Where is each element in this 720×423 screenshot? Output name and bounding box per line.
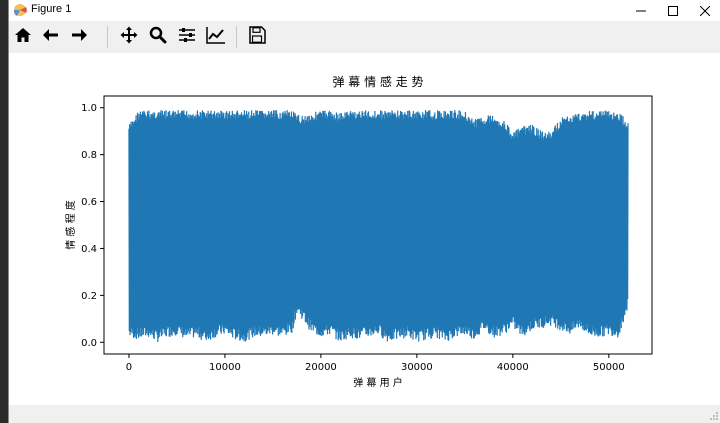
home-button[interactable] xyxy=(11,25,35,49)
minimize-button[interactable] xyxy=(625,0,657,21)
zoom-button[interactable] xyxy=(146,25,170,49)
status-bar xyxy=(9,405,720,423)
pan-button[interactable] xyxy=(117,25,141,49)
x-tick-label: 50000 xyxy=(593,362,625,373)
y-tick-label: 0.4 xyxy=(81,244,97,255)
save-button[interactable] xyxy=(245,25,269,49)
y-tick-label: 0.6 xyxy=(81,197,97,208)
resize-grip-icon[interactable] xyxy=(709,411,719,421)
x-tick-label: 20000 xyxy=(305,362,337,373)
sentiment-line-chart: 0 10000 20000 30000 40000 50000 0.0 0.2 0.4 0.6 0.… xyxy=(64,74,653,389)
minimize-icon xyxy=(636,1,646,20)
window-title: Figure 1 xyxy=(31,3,72,15)
chart-title: 弹 幕 情 感 走 势 xyxy=(332,74,423,89)
x-tick-label: 0 xyxy=(126,362,132,373)
sentiment-series-line xyxy=(128,110,629,342)
magnifier-icon xyxy=(149,26,167,48)
matplotlib-app-icon xyxy=(13,3,27,17)
close-icon xyxy=(699,1,711,20)
edit-axis-button[interactable] xyxy=(204,25,228,49)
arrow-right-icon xyxy=(70,26,88,48)
x-tick-label: 10000 xyxy=(209,362,241,373)
figure-window: Figure 1 0 10000 20000 30000 40000 50000… xyxy=(8,0,720,423)
toolbar-separator xyxy=(107,26,108,48)
maximize-button[interactable] xyxy=(657,0,689,21)
toolbar-separator xyxy=(236,26,237,48)
arrow-left-icon xyxy=(42,26,60,48)
forward-button[interactable] xyxy=(67,25,91,49)
maximize-icon xyxy=(668,1,678,20)
configure-subplots-button[interactable] xyxy=(175,25,199,49)
navigation-toolbar xyxy=(9,21,720,53)
sliders-icon xyxy=(178,26,196,48)
line-chart-icon xyxy=(206,26,226,48)
y-tick-label: 0.0 xyxy=(81,338,97,349)
figure-canvas[interactable]: 0 10000 20000 30000 40000 50000 0.0 0.2 0.4 0.6 0.… xyxy=(9,53,720,405)
y-axis-label: 情 感 程 度 xyxy=(64,200,77,250)
floppy-disk-icon xyxy=(248,26,266,48)
y-tick-label: 1.0 xyxy=(81,103,97,114)
close-button[interactable] xyxy=(689,0,720,21)
back-button[interactable] xyxy=(39,25,63,49)
x-tick-label: 30000 xyxy=(401,362,433,373)
home-icon xyxy=(14,26,32,48)
x-tick-label: 40000 xyxy=(497,362,529,373)
x-axis-label: 弹 幕 用 户 xyxy=(353,376,403,389)
y-tick-label: 0.8 xyxy=(81,150,97,161)
title-bar[interactable]: Figure 1 xyxy=(9,0,720,21)
y-tick-label: 0.2 xyxy=(81,291,97,302)
move-icon xyxy=(120,26,138,48)
